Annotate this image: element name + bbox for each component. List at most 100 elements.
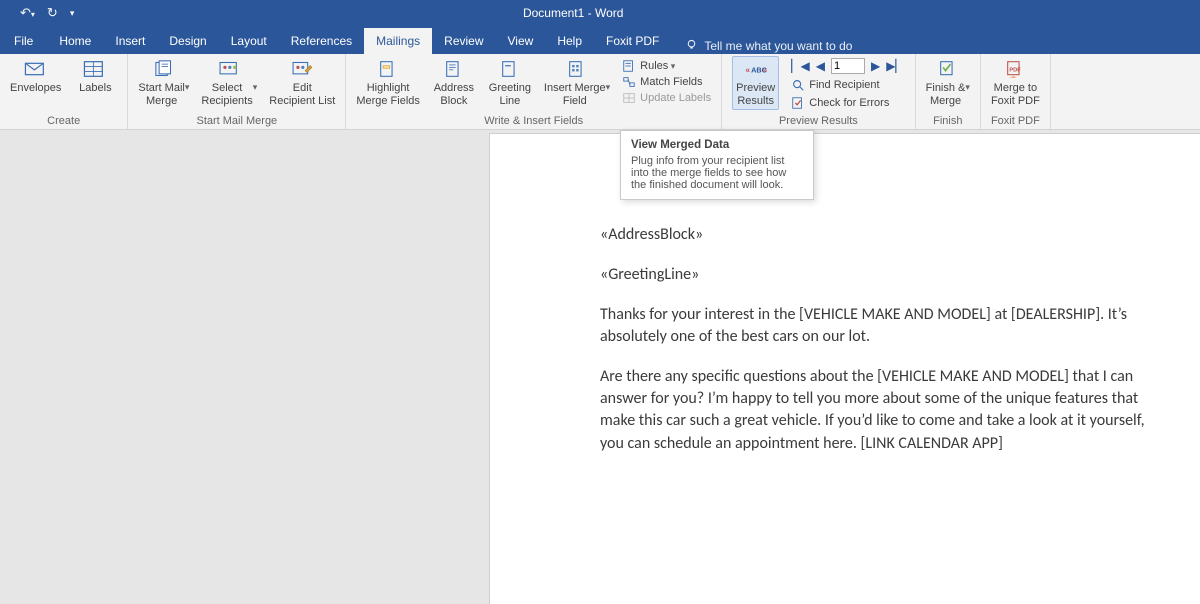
start-mail-merge-button[interactable]: Start MailMerge bbox=[138, 56, 189, 108]
match-fields-button[interactable]: Match Fields bbox=[622, 75, 711, 89]
update-labels-label: Update Labels bbox=[640, 92, 711, 104]
select-recipients-label: SelectRecipients bbox=[201, 82, 257, 108]
rules-button[interactable]: Rules bbox=[622, 59, 711, 73]
svg-text:PDF: PDF bbox=[1010, 67, 1022, 73]
labels-label: Labels bbox=[79, 82, 111, 108]
preview-results-button[interactable]: «ABC» PreviewResults bbox=[732, 56, 779, 110]
check-errors-icon bbox=[791, 96, 805, 110]
field-address-block[interactable]: «AddressBlock» bbox=[600, 224, 1150, 246]
first-record-icon[interactable]: ▏◀ bbox=[791, 59, 809, 73]
greeting-line-icon bbox=[496, 58, 524, 80]
finish-merge-label: Finish &Merge bbox=[926, 82, 970, 108]
update-labels-button: Update Labels bbox=[622, 91, 711, 105]
highlight-label: HighlightMerge Fields bbox=[356, 82, 420, 108]
preview-results-icon: «ABC» bbox=[742, 58, 770, 80]
group-create: Envelopes Labels Create bbox=[0, 54, 128, 129]
tab-insert[interactable]: Insert bbox=[103, 28, 157, 54]
group-foxit-label: Foxit PDF bbox=[991, 112, 1040, 129]
find-recipient-icon bbox=[791, 78, 805, 92]
qat-customize-icon[interactable]: ▾ bbox=[70, 8, 75, 19]
record-navigation: ▏◀ ◀ ▶ ▶▏ bbox=[791, 58, 904, 74]
last-record-icon[interactable]: ▶▏ bbox=[886, 59, 904, 73]
tab-references[interactable]: References bbox=[279, 28, 364, 54]
svg-text:«: « bbox=[745, 65, 750, 74]
tab-home[interactable]: Home bbox=[47, 28, 103, 54]
greeting-line-label: GreetingLine bbox=[489, 82, 531, 108]
title-bar: ↶▾ ↻ ▾ Document1 - Word bbox=[0, 0, 1200, 26]
lightbulb-icon bbox=[685, 38, 698, 54]
preview-results-label: PreviewResults bbox=[736, 82, 775, 108]
body-paragraph-2[interactable]: Are there any specific questions about t… bbox=[600, 366, 1150, 454]
envelopes-label: Envelopes bbox=[10, 82, 61, 108]
document-page[interactable]: «AddressBlock» «GreetingLine» Thanks for… bbox=[490, 134, 1200, 604]
merge-to-foxit-button[interactable]: PDF Merge toFoxit PDF bbox=[991, 56, 1040, 108]
record-number-input[interactable] bbox=[831, 58, 865, 74]
prev-record-icon[interactable]: ◀ bbox=[816, 59, 825, 73]
start-mail-merge-icon bbox=[150, 58, 178, 80]
check-for-errors-button[interactable]: Check for Errors bbox=[791, 96, 904, 110]
group-create-label: Create bbox=[47, 112, 80, 129]
select-recipients-button[interactable]: SelectRecipients bbox=[201, 56, 257, 108]
address-block-button[interactable]: AddressBlock bbox=[432, 56, 476, 108]
edit-recipient-list-button[interactable]: EditRecipient List bbox=[269, 56, 335, 108]
group-foxit: PDF Merge toFoxit PDF Foxit PDF bbox=[981, 54, 1051, 129]
highlight-merge-fields-button[interactable]: HighlightMerge Fields bbox=[356, 56, 420, 108]
merge-to-foxit-label: Merge toFoxit PDF bbox=[991, 82, 1040, 108]
start-mail-merge-label: Start MailMerge bbox=[138, 82, 189, 108]
foxit-pdf-icon: PDF bbox=[1001, 58, 1029, 80]
select-recipients-icon bbox=[215, 58, 243, 80]
envelopes-button[interactable]: Envelopes bbox=[10, 56, 61, 108]
document-area: View Merged Data Plug info from your rec… bbox=[0, 130, 1200, 600]
insert-merge-field-label: Insert MergeField bbox=[544, 82, 610, 108]
tab-foxit[interactable]: Foxit PDF bbox=[594, 28, 671, 54]
svg-text:»: » bbox=[762, 65, 767, 74]
envelope-icon bbox=[22, 58, 50, 80]
tell-me-label: Tell me what you want to do bbox=[704, 39, 852, 53]
group-preview-results: «ABC» PreviewResults ▏◀ ◀ ▶ ▶▏ Find Reci… bbox=[722, 54, 916, 129]
group-preview-label: Preview Results bbox=[779, 112, 858, 129]
match-fields-label: Match Fields bbox=[640, 76, 702, 88]
insert-merge-field-icon bbox=[563, 58, 591, 80]
next-record-icon[interactable]: ▶ bbox=[871, 59, 880, 73]
group-write-insert: HighlightMerge Fields AddressBlock Greet… bbox=[346, 54, 722, 129]
find-recipient-label: Find Recipient bbox=[809, 79, 879, 91]
window-title: Document1 - Word bbox=[74, 6, 1072, 20]
tab-layout[interactable]: Layout bbox=[219, 28, 279, 54]
tooltip-view-merged-data: View Merged Data Plug info from your rec… bbox=[620, 130, 814, 200]
address-block-label: AddressBlock bbox=[434, 82, 474, 108]
tab-review[interactable]: Review bbox=[432, 28, 495, 54]
redo-icon[interactable]: ↻ bbox=[47, 5, 58, 21]
find-recipient-button[interactable]: Find Recipient bbox=[791, 78, 904, 92]
quick-access-toolbar: ↶▾ ↻ ▾ bbox=[8, 5, 74, 21]
undo-icon[interactable]: ↶▾ bbox=[20, 5, 35, 21]
field-greeting-line[interactable]: «GreetingLine» bbox=[600, 264, 1150, 286]
highlight-icon bbox=[374, 58, 402, 80]
tab-file[interactable]: File bbox=[8, 28, 47, 54]
ribbon-tabs: File Home Insert Design Layout Reference… bbox=[0, 26, 1200, 54]
tab-help[interactable]: Help bbox=[545, 28, 594, 54]
ribbon: Envelopes Labels Create Start MailMerge … bbox=[0, 54, 1200, 130]
edit-recipient-list-label: EditRecipient List bbox=[269, 82, 335, 108]
group-write-label: Write & Insert Fields bbox=[484, 112, 583, 129]
labels-button[interactable]: Labels bbox=[73, 56, 117, 108]
finish-merge-button[interactable]: Finish &Merge bbox=[926, 56, 970, 108]
match-fields-icon bbox=[622, 75, 636, 89]
tooltip-title: View Merged Data bbox=[631, 139, 803, 151]
body-paragraph-1[interactable]: Thanks for your interest in the [VEHICLE… bbox=[600, 304, 1150, 348]
tab-mailings[interactable]: Mailings bbox=[364, 28, 432, 54]
check-errors-label: Check for Errors bbox=[809, 97, 889, 109]
tab-view[interactable]: View bbox=[496, 28, 546, 54]
rules-icon bbox=[622, 59, 636, 73]
group-finish: Finish &Merge Finish bbox=[916, 54, 981, 129]
labels-icon bbox=[81, 58, 109, 80]
rules-label: Rules bbox=[640, 60, 675, 72]
insert-merge-field-button[interactable]: Insert MergeField bbox=[544, 56, 610, 108]
tab-design[interactable]: Design bbox=[157, 28, 218, 54]
finish-merge-icon bbox=[934, 58, 962, 80]
edit-recipient-list-icon bbox=[288, 58, 316, 80]
group-finish-label: Finish bbox=[933, 112, 962, 129]
greeting-line-button[interactable]: GreetingLine bbox=[488, 56, 532, 108]
group-start-mail-merge: Start MailMerge SelectRecipients EditRec… bbox=[128, 54, 346, 129]
tooltip-body: Plug info from your recipient list into … bbox=[631, 155, 803, 191]
tell-me[interactable]: Tell me what you want to do bbox=[685, 38, 852, 54]
